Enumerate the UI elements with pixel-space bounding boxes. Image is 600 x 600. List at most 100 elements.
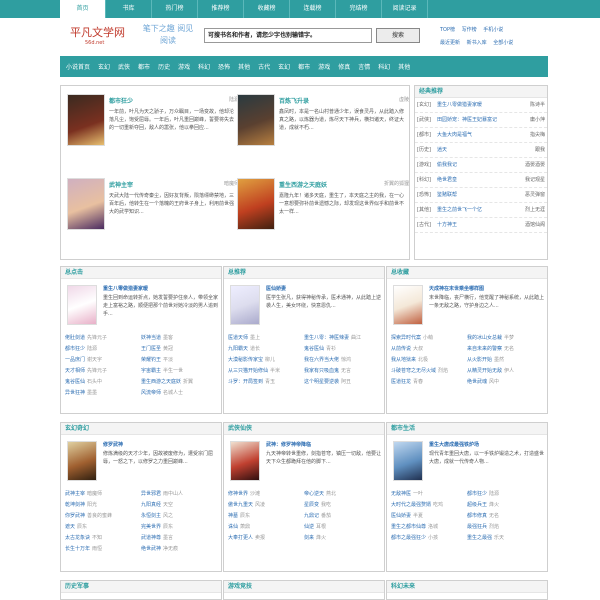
nav-recommend[interactable]: 推荐榜 — [198, 0, 244, 18]
list-book-title[interactable]: 超级兵王 — [467, 502, 487, 508]
list-book-title[interactable]: 从火影开始 — [467, 357, 492, 363]
list-book-title[interactable]: 武神主宰 — [65, 491, 85, 497]
list-book-title[interactable]: 我的冰山女总裁 — [467, 335, 502, 341]
feature-title[interactable]: 重生大唐成最强铁炉场 — [429, 441, 545, 448]
list-item[interactable]: 我从地狱来 北极 — [391, 355, 467, 366]
list-book-title[interactable]: 帝心逆天 — [304, 491, 324, 497]
list-book-title[interactable]: 都市狂少 — [467, 491, 487, 497]
category-link[interactable]: 武侠 — [118, 62, 130, 71]
list-book-title[interactable]: 异世狂神 — [65, 390, 85, 396]
list-book-title[interactable]: 从精灵开始无敌 — [467, 368, 502, 374]
list-book-title[interactable]: 医道天师 — [228, 335, 248, 341]
list-book-title[interactable]: 斗罗：开局签到 — [228, 379, 263, 385]
list-book-title[interactable]: 太古龙象诀 — [65, 535, 90, 541]
list-book-title[interactable]: 风流帝师 — [141, 390, 161, 396]
list-item[interactable]: 宇宙霸主 半生一世 — [141, 366, 217, 377]
list-book-title[interactable]: 神墓 — [228, 513, 238, 519]
list-item[interactable]: 你罗武神 善良的蜜蜂 — [65, 511, 141, 522]
list-book-title[interactable]: 荣耀钓王 — [141, 357, 161, 363]
list-item[interactable]: 仙逆 耳根 — [304, 522, 380, 533]
list-book-title[interactable]: 从前传说 — [391, 346, 411, 352]
section-feature[interactable]: 重生大唐成最强铁炉场 现代青年重回大唐，以一手铁炉锻造之术，打造盛世大唐，成就一代… — [387, 435, 547, 487]
featured-book[interactable]: 都市狂少 陆源 一年前，叶凡为天之骄子，万众瞩目，一场变故，他却沦落凡尘，饱受屈… — [67, 94, 239, 174]
list-item[interactable]: 重生西游之天庭妖 折翼 — [141, 377, 217, 388]
category-link[interactable]: 科幻 — [198, 62, 210, 71]
search-button[interactable]: 搜索 — [376, 28, 420, 43]
list-book-title[interactable]: 仙逆 — [304, 524, 314, 530]
list-book-title[interactable]: 星辰变 — [304, 502, 319, 508]
list-item[interactable]: 都市狂少 陆源 — [65, 344, 141, 355]
list-item[interactable]: 重生之最强 乐天 — [467, 533, 543, 544]
list-item[interactable]: 风流帝师 名城人士 — [141, 388, 217, 399]
list-book-title[interactable]: 医道狂龙 — [391, 379, 411, 385]
list-item[interactable]: 修神世界 沙滩 — [228, 489, 304, 500]
list-item[interactable]: 从火影开始 墨然 — [467, 355, 543, 366]
nav-home[interactable]: 首页 — [60, 0, 106, 18]
link-writer[interactable]: 写作榜 — [462, 27, 477, 33]
list-item[interactable]: 来自未来的警察 无名 — [467, 344, 543, 355]
list-book-title[interactable]: 大奉打更人 — [228, 535, 253, 541]
list-item[interactable]: 佬肚剑道 先锋元子 — [65, 333, 141, 344]
list-item[interactable]: 王门医圣 黄冠 — [141, 344, 217, 355]
list-book-title[interactable]: 王门医圣 — [141, 346, 161, 352]
list-item[interactable]: 帝心逆天 燕北 — [304, 489, 380, 500]
section-feature[interactable]: 天成神在末世乘坐哪样图 末世降临，丧尸横行，他觉醒了神秘系统，从此踏上一条无敌之路… — [387, 279, 547, 331]
list-item[interactable]: 九阳霸天 道长 — [228, 344, 304, 355]
site-logo[interactable]: 平凡文学网 — [70, 24, 125, 40]
list-item[interactable]: 异世狂神 墨墨 — [65, 388, 141, 399]
list-book-title[interactable]: 大漠秘影传家宝 — [228, 357, 263, 363]
nav-finished[interactable]: 完结榜 — [336, 0, 382, 18]
list-book-title[interactable]: 长生十万年 — [65, 546, 90, 552]
book-title[interactable]: 百炼飞升录 — [279, 96, 309, 105]
list-item[interactable]: 异世邪君 雨中山人 — [141, 489, 217, 500]
category-link[interactable]: 都市 — [298, 62, 310, 71]
feature-title[interactable]: 武神：修罗神帝降临 — [266, 441, 382, 448]
list-item[interactable]: 武神主宰 暗魔师 — [65, 489, 141, 500]
list-book-title[interactable]: 一品庶门 — [65, 357, 85, 363]
list-item[interactable]: 都市之最强狂少 小孩 — [391, 533, 467, 544]
list-book-title[interactable]: 乾坤剑神 — [65, 502, 85, 508]
list-book-title[interactable]: 诛仙 — [228, 524, 238, 530]
list-book-title[interactable]: 大时代之最强赘婿 — [391, 502, 431, 508]
list-book-title[interactable]: 佬肚剑道 — [65, 335, 85, 341]
category-link[interactable]: 言情 — [358, 62, 370, 71]
list-item[interactable]: 天才相师 先锋元子 — [65, 366, 141, 377]
list-book-title[interactable]: 重生之都市仙尊 — [391, 524, 426, 530]
list-item[interactable]: 九阳真经 天空 — [141, 500, 217, 511]
book-cover[interactable] — [67, 94, 105, 146]
section-feature[interactable]: 医仙娇妻 医学生张凡，获得神秘传承，医术通神，从此踏上逆袭人生，美女环绕，快意恩仇… — [224, 279, 384, 331]
list-item[interactable]: 医仙娇妻 半夏 — [391, 511, 467, 522]
list-book-title[interactable]: 都市狂少 — [65, 346, 85, 352]
nav-favorites[interactable]: 收藏榜 — [244, 0, 290, 18]
list-book-title[interactable]: 重生八零：神医辣妻 — [304, 335, 349, 341]
list-item[interactable]: 都市狂少 陆源 — [467, 489, 543, 500]
list-item[interactable]: 永恒剑主 风之 — [141, 511, 217, 522]
category-link[interactable]: 古代 — [258, 62, 270, 71]
list-book-title[interactable]: 都市之最强狂少 — [391, 535, 426, 541]
link-all[interactable]: 全部小说 — [493, 40, 513, 46]
book-cover[interactable] — [393, 285, 423, 325]
rank-book-title[interactable]: 重生八零做猎妻家暖 — [437, 98, 511, 112]
list-item[interactable]: 探索异时代案 小萌 — [391, 333, 467, 344]
list-item[interactable]: 我的冰山女总裁 半梦 — [467, 333, 543, 344]
rank-book-title[interactable]: 大鱼大肉是福气 — [437, 128, 511, 142]
book-cover[interactable] — [237, 178, 275, 230]
rank-book-title[interactable]: 田园娇宠：神医王妃暴富记 — [437, 113, 511, 127]
list-item[interactable]: 都市修真 无名 — [467, 511, 543, 522]
nav-serial[interactable]: 连载榜 — [290, 0, 336, 18]
rank-book-title[interactable]: 鉴赌联帮 — [437, 188, 511, 202]
category-link[interactable]: 游戏 — [318, 62, 330, 71]
list-book-title[interactable]: 绝世武魂 — [467, 379, 487, 385]
list-book-title[interactable]: 重生之最强 — [467, 535, 492, 541]
rank-row[interactable]: [游戏] 偷我我记 酒晏酒晏 — [415, 158, 547, 173]
rank-row[interactable]: [其他] 重生之前世飞一个亿 烈上无涯 — [415, 203, 547, 218]
section-feature[interactable]: 重生八零做猎妻家暖 重生回到命运转折点，她发誓要护住亲人，带领全家走上富裕之路，顺… — [61, 279, 221, 331]
list-item[interactable]: 医道狂龙 青春 — [391, 377, 467, 388]
list-item[interactable]: 重生之都市仙尊 洛城 — [391, 522, 467, 533]
category-link[interactable]: 小说首页 — [66, 62, 90, 71]
list-book-title[interactable]: 我从地狱来 — [391, 357, 416, 363]
book-cover[interactable] — [67, 285, 97, 325]
link-top[interactable]: TOP榜 — [440, 27, 455, 33]
list-item[interactable]: 重生八零：神医辣妻 曲江 — [304, 333, 380, 344]
list-book-title[interactable]: 永恒剑主 — [141, 513, 161, 519]
